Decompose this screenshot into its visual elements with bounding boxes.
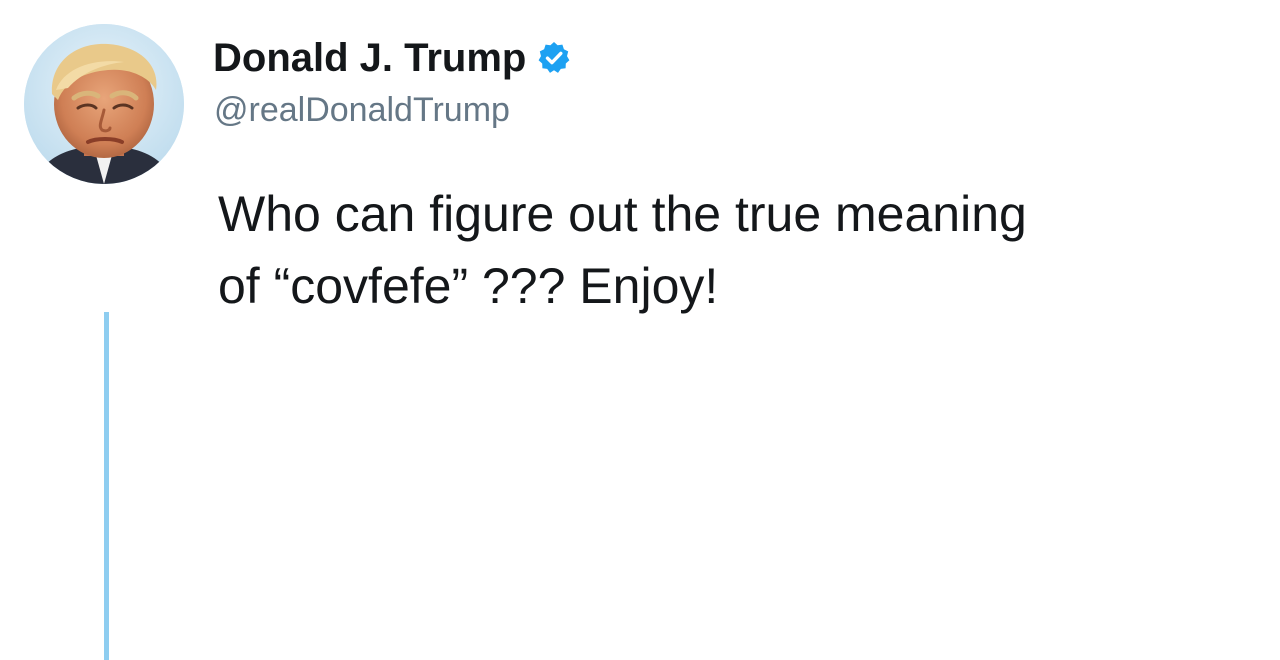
tweet-text-line: of “covfefe” ??? Enjoy! [218, 258, 719, 314]
author-display-name[interactable]: Donald J. Trump [213, 34, 526, 82]
verified-check-icon [536, 40, 572, 76]
author-avatar[interactable] [24, 24, 184, 184]
thread-line [104, 312, 109, 660]
tweet-text-line: Who can figure out the true meaning [218, 186, 1027, 242]
author-handle[interactable]: @realDonaldTrump [214, 90, 510, 130]
tweet-card: Donald J. Trump @realDonaldTrump Who can… [0, 0, 1280, 660]
tweet-text: Who can figure out the true meaning of “… [218, 178, 1258, 322]
avatar-image [24, 24, 184, 184]
author-name-row[interactable]: Donald J. Trump [213, 34, 572, 82]
